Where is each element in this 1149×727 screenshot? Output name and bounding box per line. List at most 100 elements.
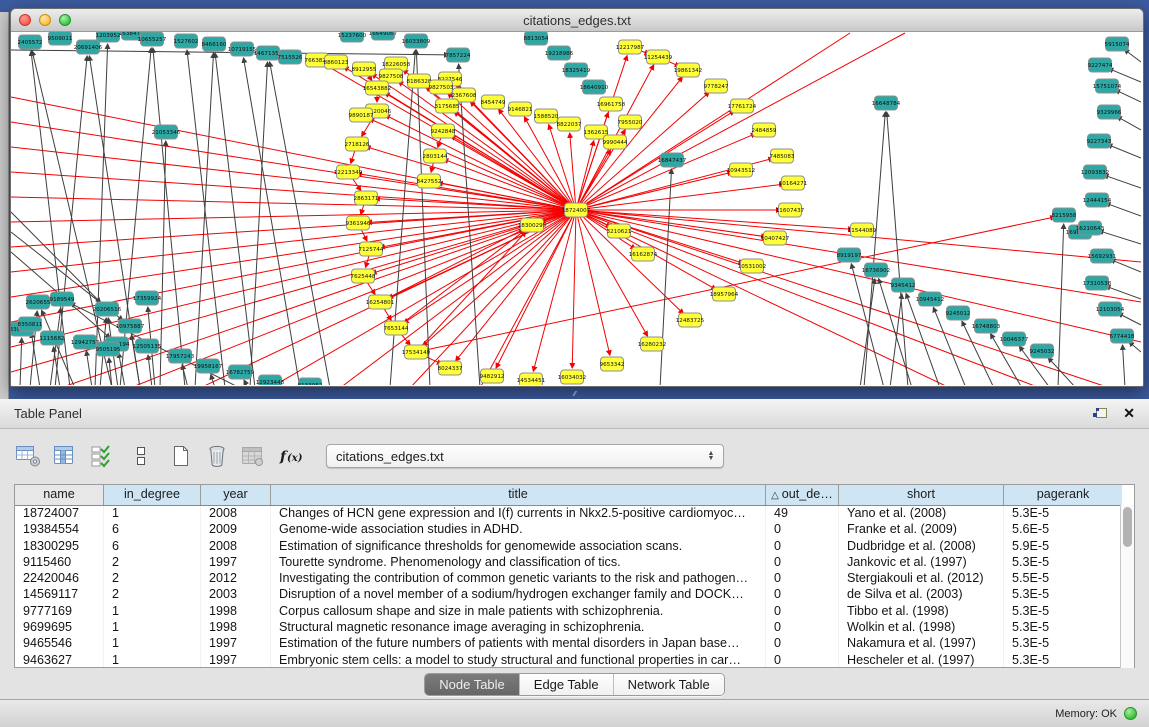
column-header-in-degree[interactable]: in_degree bbox=[104, 485, 201, 505]
graph-node[interactable]: 10407427 bbox=[761, 231, 790, 245]
graph-node[interactable]: 18724007 bbox=[562, 203, 591, 217]
graph-node[interactable]: 17761724 bbox=[728, 99, 757, 113]
graph-node[interactable]: 10655257 bbox=[138, 32, 167, 46]
close-panel-icon[interactable]: ✕ bbox=[1123, 405, 1135, 422]
graph-node[interactable]: 19958167 bbox=[194, 359, 223, 373]
red-edge[interactable] bbox=[388, 210, 576, 298]
graph-node[interactable]: 9189549 bbox=[50, 292, 75, 306]
graph-node[interactable]: 7515526 bbox=[278, 50, 303, 64]
graph-node[interactable]: 12217987 bbox=[616, 40, 645, 54]
graph-node[interactable]: 18325419 bbox=[562, 63, 591, 77]
graph-node[interactable]: 9345412 bbox=[891, 278, 916, 292]
graph-node[interactable]: 15237600 bbox=[338, 32, 367, 42]
graph-node[interactable]: 8215958 bbox=[1052, 208, 1077, 222]
graph-node[interactable]: 9827503 bbox=[429, 80, 454, 94]
graph-node[interactable]: 1203952 bbox=[96, 32, 121, 42]
graph-node[interactable]: 8813054 bbox=[524, 32, 549, 45]
graph-node[interactable]: 16034032 bbox=[558, 370, 586, 384]
black-edge[interactable] bbox=[851, 264, 884, 385]
network-view[interactable]: 2405572950901120691406120395216384731106… bbox=[11, 32, 1141, 385]
graph-node[interactable]: 15751074 bbox=[1093, 79, 1122, 93]
graph-node[interactable]: 14534451 bbox=[517, 373, 546, 385]
graph-node[interactable]: 1588520 bbox=[534, 109, 559, 123]
table-row[interactable]: 969969511998Structural magnetic resonanc… bbox=[15, 619, 1122, 635]
graph-node[interactable]: 12103054 bbox=[1096, 302, 1125, 316]
graph-node[interactable]: 9482912 bbox=[480, 369, 505, 383]
graph-node[interactable]: 8024337 bbox=[438, 361, 463, 375]
window-titlebar[interactable]: citations_edges.txt bbox=[11, 9, 1143, 32]
graph-node[interactable]: 12505135 bbox=[133, 339, 162, 353]
graph-node[interactable]: 7857224 bbox=[446, 48, 471, 62]
red-edge[interactable] bbox=[576, 172, 732, 210]
graph-node[interactable]: 17957243 bbox=[166, 349, 195, 363]
black-edge[interactable] bbox=[182, 365, 188, 385]
black-edge[interactable] bbox=[660, 169, 672, 385]
graph-node[interactable]: 9245012 bbox=[946, 306, 971, 320]
red-edge[interactable] bbox=[576, 210, 610, 355]
table-row[interactable]: 1872400712008Changes of HCN gene express… bbox=[15, 505, 1122, 521]
red-edge[interactable] bbox=[570, 133, 576, 210]
graph-node[interactable]: 8912955 bbox=[352, 62, 377, 76]
black-edge[interactable] bbox=[119, 353, 125, 385]
graph-node[interactable]: 9509011 bbox=[48, 32, 73, 45]
function-builder-button-icon[interactable]: f(x) bbox=[278, 443, 308, 469]
table-row[interactable]: 946554611997Estimation of the future num… bbox=[15, 635, 1122, 651]
graph-node[interactable]: 10046377 bbox=[1000, 332, 1029, 346]
red-edge[interactable] bbox=[11, 122, 576, 210]
column-header-title[interactable]: title bbox=[271, 485, 766, 505]
graph-node[interactable]: 12093832 bbox=[1081, 165, 1109, 179]
red-edge[interactable] bbox=[369, 119, 576, 210]
graph-node[interactable]: 9146821 bbox=[508, 102, 533, 116]
graph-node[interactable]: 2405572 bbox=[18, 35, 43, 49]
graph-node[interactable]: 2803144 bbox=[423, 149, 448, 163]
graph-node[interactable]: 19861342 bbox=[674, 63, 702, 77]
graph-node[interactable]: 8454749 bbox=[481, 95, 506, 109]
tab-edge-table[interactable]: Edge Table bbox=[520, 674, 614, 695]
graph-node[interactable]: 2620655 bbox=[26, 295, 51, 309]
graph-node[interactable]: 9778247 bbox=[704, 79, 729, 93]
graph-node[interactable]: 16648784 bbox=[872, 96, 901, 110]
float-panel-icon[interactable] bbox=[1093, 408, 1107, 420]
graph-node[interactable]: 8822037 bbox=[557, 117, 582, 131]
black-edge[interactable] bbox=[244, 380, 248, 385]
graph-node[interactable]: 17310538 bbox=[1083, 276, 1112, 290]
red-edge[interactable] bbox=[11, 210, 576, 347]
black-edge[interactable] bbox=[1124, 49, 1141, 62]
graph-node[interactable]: 16748803 bbox=[972, 319, 1001, 333]
black-edge[interactable] bbox=[1048, 358, 1076, 385]
graph-node[interactable]: 9227343 bbox=[1087, 134, 1112, 148]
graph-node[interactable]: 2863171 bbox=[354, 191, 379, 205]
graph-node[interactable]: 18640910 bbox=[580, 80, 609, 94]
table-row[interactable]: 1938455462009Genome-wide association stu… bbox=[15, 521, 1122, 537]
graph-node[interactable]: 10719155 bbox=[228, 42, 257, 56]
red-edge[interactable] bbox=[11, 197, 576, 210]
black-edge[interactable] bbox=[416, 50, 430, 385]
black-edge[interactable] bbox=[42, 310, 75, 385]
graph-node[interactable]: 16847437 bbox=[658, 153, 687, 167]
red-edge[interactable] bbox=[11, 147, 576, 210]
red-edge[interactable] bbox=[385, 115, 576, 210]
red-edge[interactable] bbox=[576, 210, 1040, 385]
graph-node[interactable]: 9242848 bbox=[431, 124, 456, 138]
graph-node[interactable]: 8427552 bbox=[417, 174, 442, 188]
column-header-pagerank[interactable]: pagerank bbox=[1004, 485, 1122, 505]
tab-node-table[interactable]: Node Table bbox=[425, 674, 520, 695]
table-row[interactable]: 1830029562008Estimation of significance … bbox=[15, 538, 1122, 554]
graph-node[interactable]: 18957964 bbox=[710, 287, 739, 301]
graph-node[interactable]: 11544089 bbox=[848, 223, 877, 237]
graph-node[interactable]: 2718126 bbox=[345, 137, 370, 151]
graph-node[interactable]: 21053346 bbox=[152, 125, 181, 139]
graph-node[interactable]: 17534149 bbox=[402, 345, 431, 359]
red-edge[interactable] bbox=[576, 77, 682, 210]
graph-node[interactable]: 16210643 bbox=[1076, 221, 1105, 235]
table-columns-button-icon[interactable] bbox=[50, 443, 80, 469]
black-edge[interactable] bbox=[1104, 175, 1141, 188]
graph-node[interactable]: 7955020 bbox=[618, 115, 643, 129]
graph-node[interactable]: 16254801 bbox=[366, 295, 395, 309]
black-edge[interactable] bbox=[195, 53, 214, 385]
select-columns-button-icon[interactable] bbox=[86, 443, 116, 469]
black-edge[interactable] bbox=[890, 294, 902, 385]
graph-node[interactable]: 9890187 bbox=[349, 108, 374, 122]
column-header-short[interactable]: short bbox=[839, 485, 1004, 505]
black-edge[interactable] bbox=[153, 48, 185, 385]
